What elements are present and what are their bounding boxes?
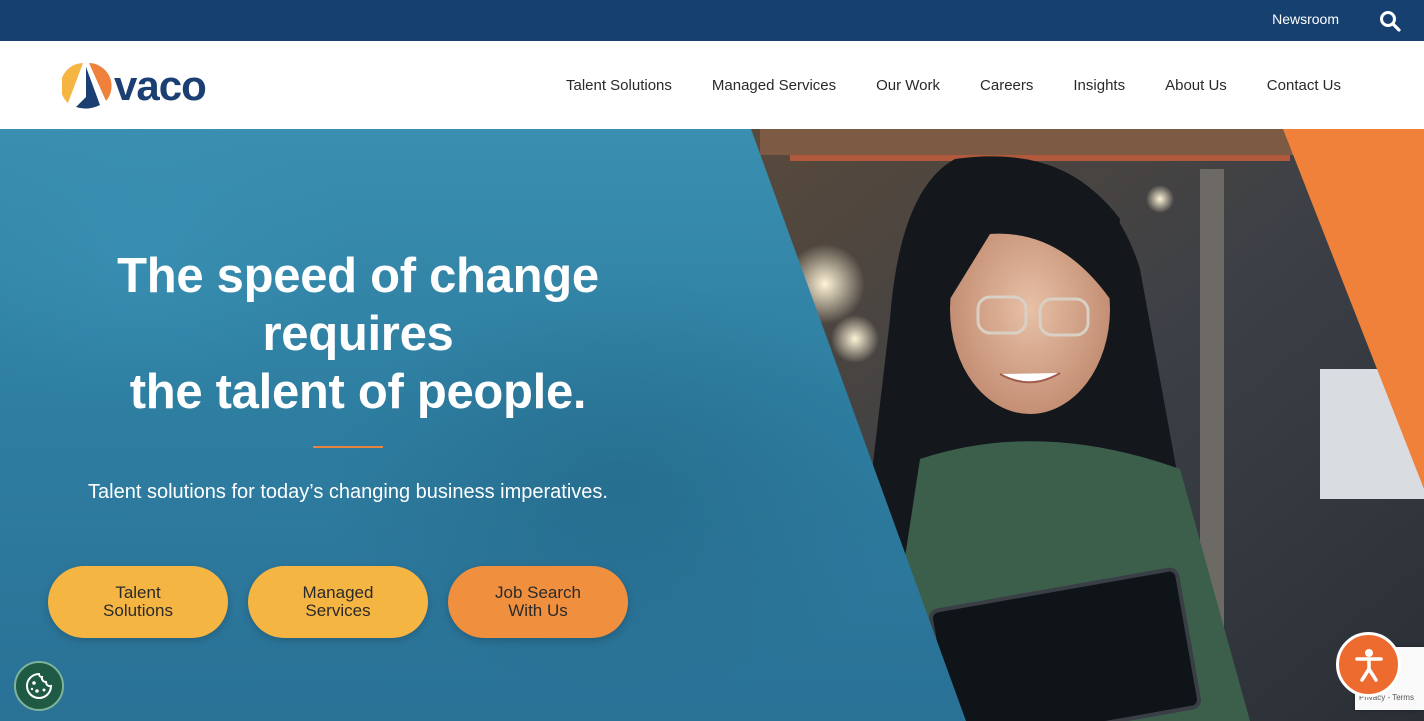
cta-talent-line-2: Solutions [103, 601, 173, 620]
nav-insights[interactable]: Insights [1073, 77, 1125, 94]
vaco-logo[interactable]: vaco [62, 60, 207, 112]
hero-section: The speed of change requires the talent … [0, 129, 1424, 721]
nav-managed-services[interactable]: Managed Services [712, 77, 836, 94]
cta-managed-line-2: Services [305, 601, 371, 620]
headline-line-1: The speed of change [117, 249, 599, 303]
main-nav: Talent Solutions Managed Services Our Wo… [526, 41, 1341, 129]
cta-jobs-line-2: With Us [508, 601, 568, 620]
headline-divider [313, 446, 383, 448]
cta-jobs-line-1: Job Search [495, 583, 581, 602]
hero-headline: The speed of change requires the talent … [60, 247, 656, 421]
nav-contact-us[interactable]: Contact Us [1267, 77, 1341, 94]
newsroom-link[interactable]: Newsroom [1272, 11, 1339, 27]
cta-talent-line-1: Talent [115, 583, 161, 602]
accessibility-icon [1354, 648, 1383, 682]
managed-services-button[interactable]: Managed Services [248, 566, 428, 638]
cookie-settings-button[interactable] [14, 661, 64, 711]
nav-talent-solutions[interactable]: Talent Solutions [566, 77, 672, 94]
search-icon[interactable] [1378, 9, 1402, 33]
nav-careers[interactable]: Careers [980, 77, 1033, 94]
nav-our-work[interactable]: Our Work [876, 77, 940, 94]
cta-managed-line-1: Managed [302, 583, 374, 602]
logo-mark-icon [62, 63, 112, 109]
job-search-button[interactable]: Job Search With Us [448, 566, 628, 638]
talent-solutions-button[interactable]: Talent Solutions [48, 566, 228, 638]
headline-line-2: requires [262, 307, 454, 361]
nav-about-us[interactable]: About Us [1165, 77, 1227, 94]
logo-wordmark: vaco [114, 62, 207, 109]
utility-bar: Newsroom [0, 0, 1424, 41]
accessibility-button[interactable] [1336, 632, 1401, 697]
headline-line-3: the talent of people. [129, 365, 587, 419]
hero-subheadline: Talent solutions for today’s changing bu… [88, 481, 608, 503]
cookie-icon [26, 672, 53, 699]
main-header: vaco Talent Solutions Managed Services O… [0, 41, 1424, 129]
